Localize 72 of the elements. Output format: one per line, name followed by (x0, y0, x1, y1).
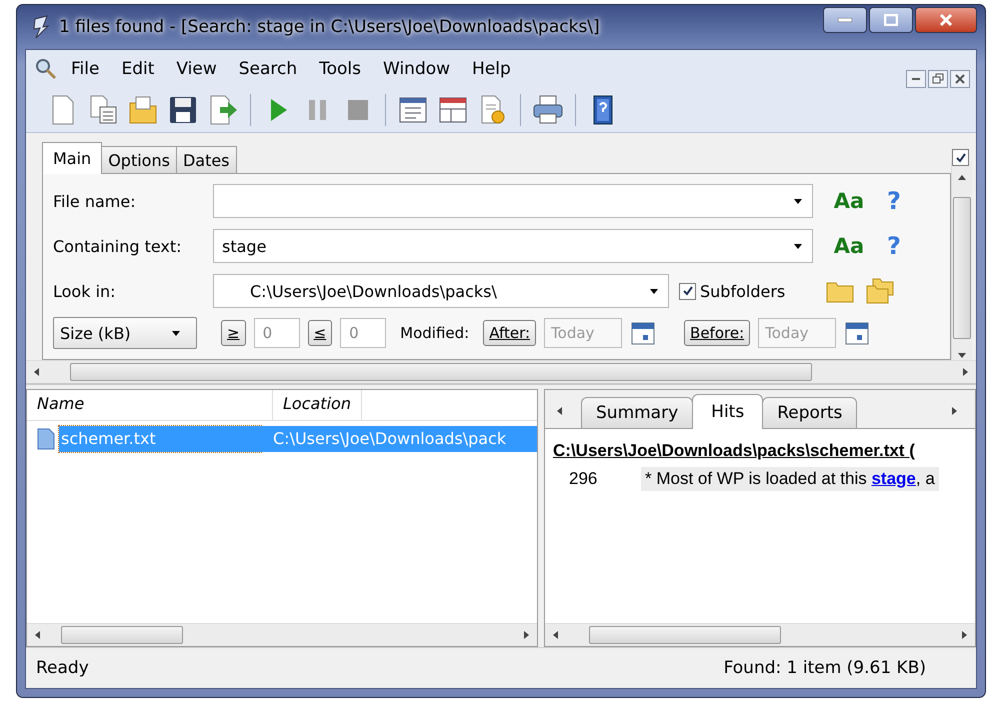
status-text: Ready (36, 658, 89, 678)
scrollbar-thumb[interactable] (589, 626, 781, 644)
checkbox[interactable] (679, 282, 696, 300)
close-icon (939, 14, 953, 26)
calendar-icon[interactable] (630, 320, 656, 346)
match-link[interactable]: stage (871, 469, 916, 488)
check-icon (682, 285, 694, 297)
menu-item[interactable]: View (167, 55, 226, 83)
checkbox[interactable] (952, 149, 969, 166)
restore-icon (931, 72, 945, 86)
scroll-arrow-icon[interactable] (551, 630, 561, 640)
calendar-icon[interactable] (844, 320, 870, 346)
field-label: File name: (53, 192, 137, 210)
checkbox-label: Subfolders (700, 282, 786, 300)
maximize-button[interactable] (869, 7, 913, 33)
close-icon (953, 72, 967, 86)
check-icon (954, 152, 966, 164)
column-header[interactable]: Name (27, 390, 273, 420)
search-icon (34, 57, 58, 81)
tab[interactable]: Options (101, 146, 177, 173)
minimize-button[interactable] (906, 70, 926, 88)
menu-item[interactable]: Tools (310, 55, 370, 83)
line-number: 296 (569, 469, 598, 489)
file-path[interactable]: C:\Users\Joe\Downloads\packs\schemer.txt ( (545, 429, 975, 461)
scroll-arrow-icon[interactable] (949, 406, 959, 416)
size-dropdown[interactable]: Size (kB) (53, 317, 197, 349)
minimize-icon (912, 78, 920, 80)
field-label: Containing text: (53, 236, 183, 256)
scroll-arrow-icon[interactable] (33, 630, 43, 640)
combo-box[interactable]: stage (213, 229, 813, 263)
combo-box[interactable]: C:\Users\Joe\Downloads\packs\ (213, 274, 669, 308)
comparison-button[interactable]: ≥ (221, 320, 246, 346)
help-button[interactable]: ? (879, 232, 909, 260)
file-icon (37, 428, 55, 450)
tab[interactable]: Reports (762, 397, 858, 428)
tab[interactable]: Main (42, 142, 102, 174)
scroll-arrow-icon[interactable] (959, 630, 969, 640)
scroll-arrow-icon[interactable] (32, 367, 42, 377)
menu-item[interactable]: Search (230, 55, 306, 83)
scrollbar-thumb[interactable] (953, 197, 971, 339)
tab[interactable]: Hits (692, 394, 764, 429)
number-field[interactable]: 0 (340, 318, 386, 348)
scroll-arrow-icon[interactable] (521, 630, 531, 640)
tab[interactable]: Dates (176, 146, 237, 173)
menu-item[interactable]: Help (463, 55, 520, 83)
menu-item[interactable]: Window (374, 55, 460, 83)
scroll-arrow-icon[interactable] (957, 173, 967, 183)
field-label: Look in: (53, 282, 117, 300)
help-button[interactable]: ? (879, 187, 909, 215)
number-field[interactable]: 0 (254, 318, 300, 348)
hit-text: * Most of WP is loaded at this stage, a (641, 467, 939, 491)
scrollbar-thumb[interactable] (70, 363, 812, 381)
close-button[interactable] (915, 7, 977, 33)
minimize-button[interactable] (823, 7, 867, 33)
window-title: 1 files found - [Search: stage in C:\Users\Joe\Downloads\packs\] (59, 17, 600, 37)
folders-icon[interactable] (865, 277, 896, 305)
field-label: Modified: (400, 324, 470, 342)
close-button[interactable] (950, 70, 970, 88)
scrollbar-thumb[interactable] (61, 626, 183, 644)
app-icon (31, 15, 51, 39)
maximize-icon (884, 14, 898, 26)
status-text: Found: 1 item (9.61 KB) (724, 658, 926, 678)
scroll-arrow-icon[interactable] (555, 406, 565, 416)
comparison-button[interactable]: ≤ (308, 320, 332, 346)
restore-button[interactable] (928, 70, 948, 88)
match-case-button[interactable]: Aa (829, 189, 869, 213)
tab[interactable]: Summary (581, 397, 694, 428)
minimize-icon (838, 18, 852, 22)
column-header[interactable]: Location (273, 390, 362, 420)
match-case-button[interactable]: Aa (829, 234, 869, 258)
menu-item[interactable]: File (62, 55, 108, 83)
menu-item[interactable]: Edit (112, 55, 164, 83)
